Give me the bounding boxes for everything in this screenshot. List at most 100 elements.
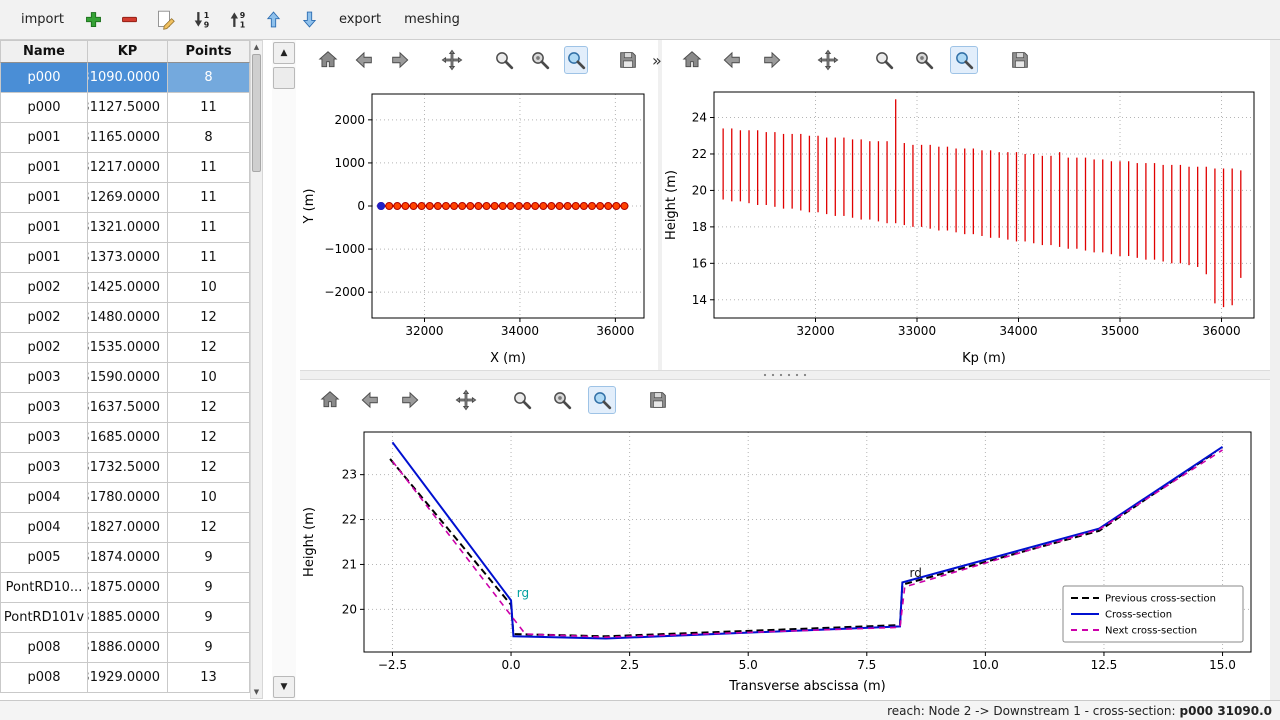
table-row[interactable]: p00031090.00008 <box>0 63 250 93</box>
cell-name[interactable]: p003 <box>0 423 88 453</box>
cell-points[interactable]: 13 <box>168 663 250 693</box>
sort-descending-button[interactable]: 19 <box>188 6 215 33</box>
panel-scroll-up-icon[interactable]: ▲ <box>273 42 295 64</box>
forward-button[interactable] <box>758 46 786 74</box>
table-row[interactable]: p00131217.000011 <box>0 153 250 183</box>
cell-kp[interactable]: 31874.0000 <box>88 543 168 573</box>
table-row[interactable]: p00131373.000011 <box>0 243 250 273</box>
cell-points[interactable]: 10 <box>168 483 250 513</box>
plan-view-chart[interactable]: 320003400036000−2000−1000010002000X (m)Y… <box>300 80 658 370</box>
back-button[interactable] <box>352 46 376 74</box>
meshing-button[interactable]: meshing <box>397 9 467 30</box>
cell-name[interactable]: p003 <box>0 393 88 423</box>
column-header-kp[interactable]: KP <box>88 41 168 63</box>
remove-cross-section-button[interactable] <box>116 6 143 33</box>
column-header-points[interactable]: Points <box>168 41 250 63</box>
zoom-button[interactable] <box>508 386 536 414</box>
cell-kp[interactable]: 31590.0000 <box>88 363 168 393</box>
table-row[interactable]: p00831886.00009 <box>0 633 250 663</box>
cell-kp[interactable]: 31637.5000 <box>88 393 168 423</box>
cell-kp[interactable]: 31685.0000 <box>88 423 168 453</box>
cell-name[interactable]: p001 <box>0 123 88 153</box>
zoom-button[interactable] <box>870 46 898 74</box>
cell-kp[interactable]: 31373.0000 <box>88 243 168 273</box>
cell-kp[interactable]: 31321.0000 <box>88 213 168 243</box>
panel-scrollbar-thumb[interactable] <box>273 67 295 89</box>
cell-points[interactable]: 11 <box>168 213 250 243</box>
splitter-handle-icon[interactable] <box>761 373 809 377</box>
forward-button[interactable] <box>388 46 412 74</box>
cell-name[interactable]: p004 <box>0 513 88 543</box>
cell-points[interactable]: 11 <box>168 243 250 273</box>
export-button[interactable]: export <box>332 9 388 30</box>
zoom-original-button[interactable] <box>548 386 576 414</box>
cell-name[interactable]: PontRD10... <box>0 573 88 603</box>
table-row[interactable]: PontRD10...31875.00009 <box>0 573 250 603</box>
cell-kp[interactable]: 31875.0000 <box>88 573 168 603</box>
home-button[interactable] <box>316 46 340 74</box>
sort-ascending-button[interactable]: 91 <box>224 6 251 33</box>
save-figure-button[interactable] <box>644 386 672 414</box>
table-row[interactable]: p00231425.000010 <box>0 273 250 303</box>
move-down-button[interactable] <box>296 6 323 33</box>
back-button[interactable] <box>718 46 746 74</box>
cell-kp[interactable]: 31780.0000 <box>88 483 168 513</box>
cell-points[interactable]: 10 <box>168 363 250 393</box>
cell-points[interactable]: 12 <box>168 453 250 483</box>
cell-points[interactable]: 12 <box>168 513 250 543</box>
pan-button[interactable] <box>814 46 842 74</box>
cell-name[interactable]: p001 <box>0 213 88 243</box>
zoom-rect-button[interactable] <box>950 46 978 74</box>
cell-kp[interactable]: 31929.0000 <box>88 663 168 693</box>
cell-points[interactable]: 8 <box>168 123 250 153</box>
panel-vertical-scrollbar[interactable]: ▲ ▼ <box>272 40 296 700</box>
edit-cross-section-button[interactable] <box>152 6 179 33</box>
cell-points[interactable]: 9 <box>168 603 250 633</box>
home-button[interactable] <box>316 386 344 414</box>
add-cross-section-button[interactable] <box>80 6 107 33</box>
zoom-rect-button[interactable] <box>564 46 588 74</box>
cell-points[interactable]: 8 <box>168 63 250 93</box>
cell-name[interactable]: p001 <box>0 153 88 183</box>
cell-points[interactable]: 11 <box>168 93 250 123</box>
cell-name[interactable]: p004 <box>0 483 88 513</box>
table-row[interactable]: p00331590.000010 <box>0 363 250 393</box>
zoom-original-button[interactable] <box>910 46 938 74</box>
cross-section-chart[interactable]: −2.50.02.55.07.510.012.515.020212223Tran… <box>300 420 1265 698</box>
cell-name[interactable]: p002 <box>0 273 88 303</box>
toolbar-overflow-button[interactable]: » <box>652 51 662 70</box>
cell-name[interactable]: p000 <box>0 63 88 93</box>
cell-kp[interactable]: 31127.5000 <box>88 93 168 123</box>
cell-points[interactable]: 9 <box>168 573 250 603</box>
cell-name[interactable]: p003 <box>0 453 88 483</box>
cell-kp[interactable]: 31732.5000 <box>88 453 168 483</box>
table-row[interactable]: PontRD101v31885.00009 <box>0 603 250 633</box>
cell-points[interactable]: 9 <box>168 543 250 573</box>
cell-name[interactable]: PontRD101v <box>0 603 88 633</box>
zoom-button[interactable] <box>492 46 516 74</box>
cell-name[interactable]: p001 <box>0 243 88 273</box>
cell-points[interactable]: 10 <box>168 273 250 303</box>
table-row[interactable]: p00431827.000012 <box>0 513 250 543</box>
table-row[interactable]: p00231535.000012 <box>0 333 250 363</box>
cell-name[interactable]: p001 <box>0 183 88 213</box>
back-button[interactable] <box>356 386 384 414</box>
table-row[interactable]: p00831929.000013 <box>0 663 250 693</box>
cell-points[interactable]: 9 <box>168 633 250 663</box>
scroll-down-icon[interactable]: ▼ <box>251 686 262 698</box>
table-row[interactable]: p00331637.500012 <box>0 393 250 423</box>
cell-kp[interactable]: 31217.0000 <box>88 153 168 183</box>
forward-button[interactable] <box>396 386 424 414</box>
table-row[interactable]: p00131165.00008 <box>0 123 250 153</box>
scroll-up-icon[interactable]: ▲ <box>251 41 262 53</box>
table-row[interactable]: p00131269.000011 <box>0 183 250 213</box>
pan-button[interactable] <box>440 46 464 74</box>
cell-points[interactable]: 11 <box>168 153 250 183</box>
longitudinal-profile-chart[interactable]: 3200033000340003500036000141618202224Kp … <box>662 80 1268 370</box>
cell-points[interactable]: 12 <box>168 333 250 363</box>
table-row[interactable]: p00231480.000012 <box>0 303 250 333</box>
cell-name[interactable]: p000 <box>0 93 88 123</box>
import-button[interactable]: import <box>14 9 71 30</box>
cell-points[interactable]: 12 <box>168 393 250 423</box>
table-row[interactable]: p00331732.500012 <box>0 453 250 483</box>
